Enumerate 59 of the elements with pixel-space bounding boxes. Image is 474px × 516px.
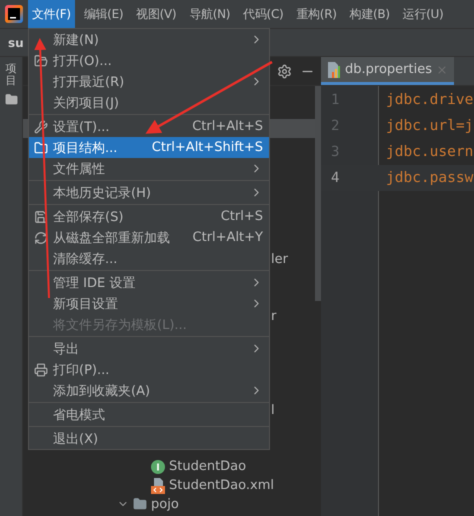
app-logo[interactable] [4,4,24,24]
tree-row[interactable]: pojo [23,494,321,514]
menu-bar-item[interactable]: 文件(F) [28,0,75,28]
folder-icon [4,93,18,106]
menu-item-icon [34,210,48,224]
menu-item[interactable]: 添加到收藏夹(A) [29,380,269,401]
menu-item[interactable]: 导出 [29,338,269,359]
menu-bar-item[interactable]: 编辑(E) [80,0,128,28]
code-text: jdbc.url=j [385,118,474,134]
menu-bar-item[interactable]: 视图(V) [132,0,180,28]
menu-item[interactable]: 打印(P)... [29,359,269,380]
tree-item-label: StudentDao.xml [169,478,274,494]
interface-icon [151,460,165,474]
menu-item[interactable]: 清除缓存... [29,248,269,269]
shortcut-text: Ctrl+Alt+Y [192,230,263,245]
menu-item[interactable]: 全部保存(S) Ctrl+S [29,206,269,227]
tree-item-label: StudentDao [169,459,246,474]
menu-bar-item[interactable]: 重构(R) [292,0,341,28]
menu-item[interactable]: 新建(N) [29,29,269,50]
project-tool-tab[interactable]: 项目 [6,63,16,88]
properties-file-icon [327,62,341,78]
menu-item[interactable]: 设置(T)... Ctrl+Alt+S [29,116,269,137]
menu-item[interactable]: 退出(X) [29,428,269,449]
code-text: jdbc.usern [385,144,474,160]
menu-item[interactable]: 管理 IDE 设置 [29,272,269,293]
menu-item[interactable]: 打开最近(R) [29,71,269,92]
menu-item[interactable]: 从磁盘全部重新加载 Ctrl+Alt+Y [29,227,269,248]
tab-label: db.properties [345,62,432,77]
code-text: jdbc.drive [385,92,474,108]
menu-item-icon [34,120,48,134]
menu-item-icon [34,54,48,68]
tree-item-label: pojo [151,496,179,512]
menu-item[interactable]: 省电模式 [29,404,269,425]
code-text: jdbc.passw [385,170,474,186]
menu-item[interactable]: 本地历史记录(H) [29,182,269,203]
editor-tab[interactable]: db.properties [321,57,454,85]
menu-item[interactable]: 关闭项目(J) [29,92,269,113]
menu-item[interactable]: 文件属性 [29,158,269,179]
menu-bar-item[interactable]: 构建(B) [346,0,394,28]
tree-row[interactable]: StudentDao [23,457,321,476]
shortcut-text: Ctrl+S [220,209,263,224]
menu-item-icon [34,230,48,244]
settings-icon[interactable] [277,64,292,78]
menu-item-icon [34,362,48,376]
menu-item-icon [34,140,48,154]
xml-file-icon [151,478,165,494]
menu-bar-item[interactable]: 导航(N) [185,0,234,28]
breadcrumb[interactable]: su [8,36,24,50]
menu-bar-item[interactable]: 代码(C) [239,0,288,28]
menu-item[interactable]: 打开(O)... [29,50,269,71]
folder-icon [133,497,147,512]
menu-item[interactable]: 项目结构... Ctrl+Alt+Shift+S [29,137,269,158]
scrollbar[interactable] [315,86,321,301]
line-number: 4 [330,170,340,186]
shortcut-text: Ctrl+Alt+S [192,119,263,134]
shortcut-text: Ctrl+Alt+Shift+S [152,140,263,155]
menu-bar-item[interactable]: 运行(U) [398,0,448,28]
tree-row[interactable]: StudentDao.xml [23,476,321,495]
menu-item[interactable]: 新项目设置 [29,293,269,314]
